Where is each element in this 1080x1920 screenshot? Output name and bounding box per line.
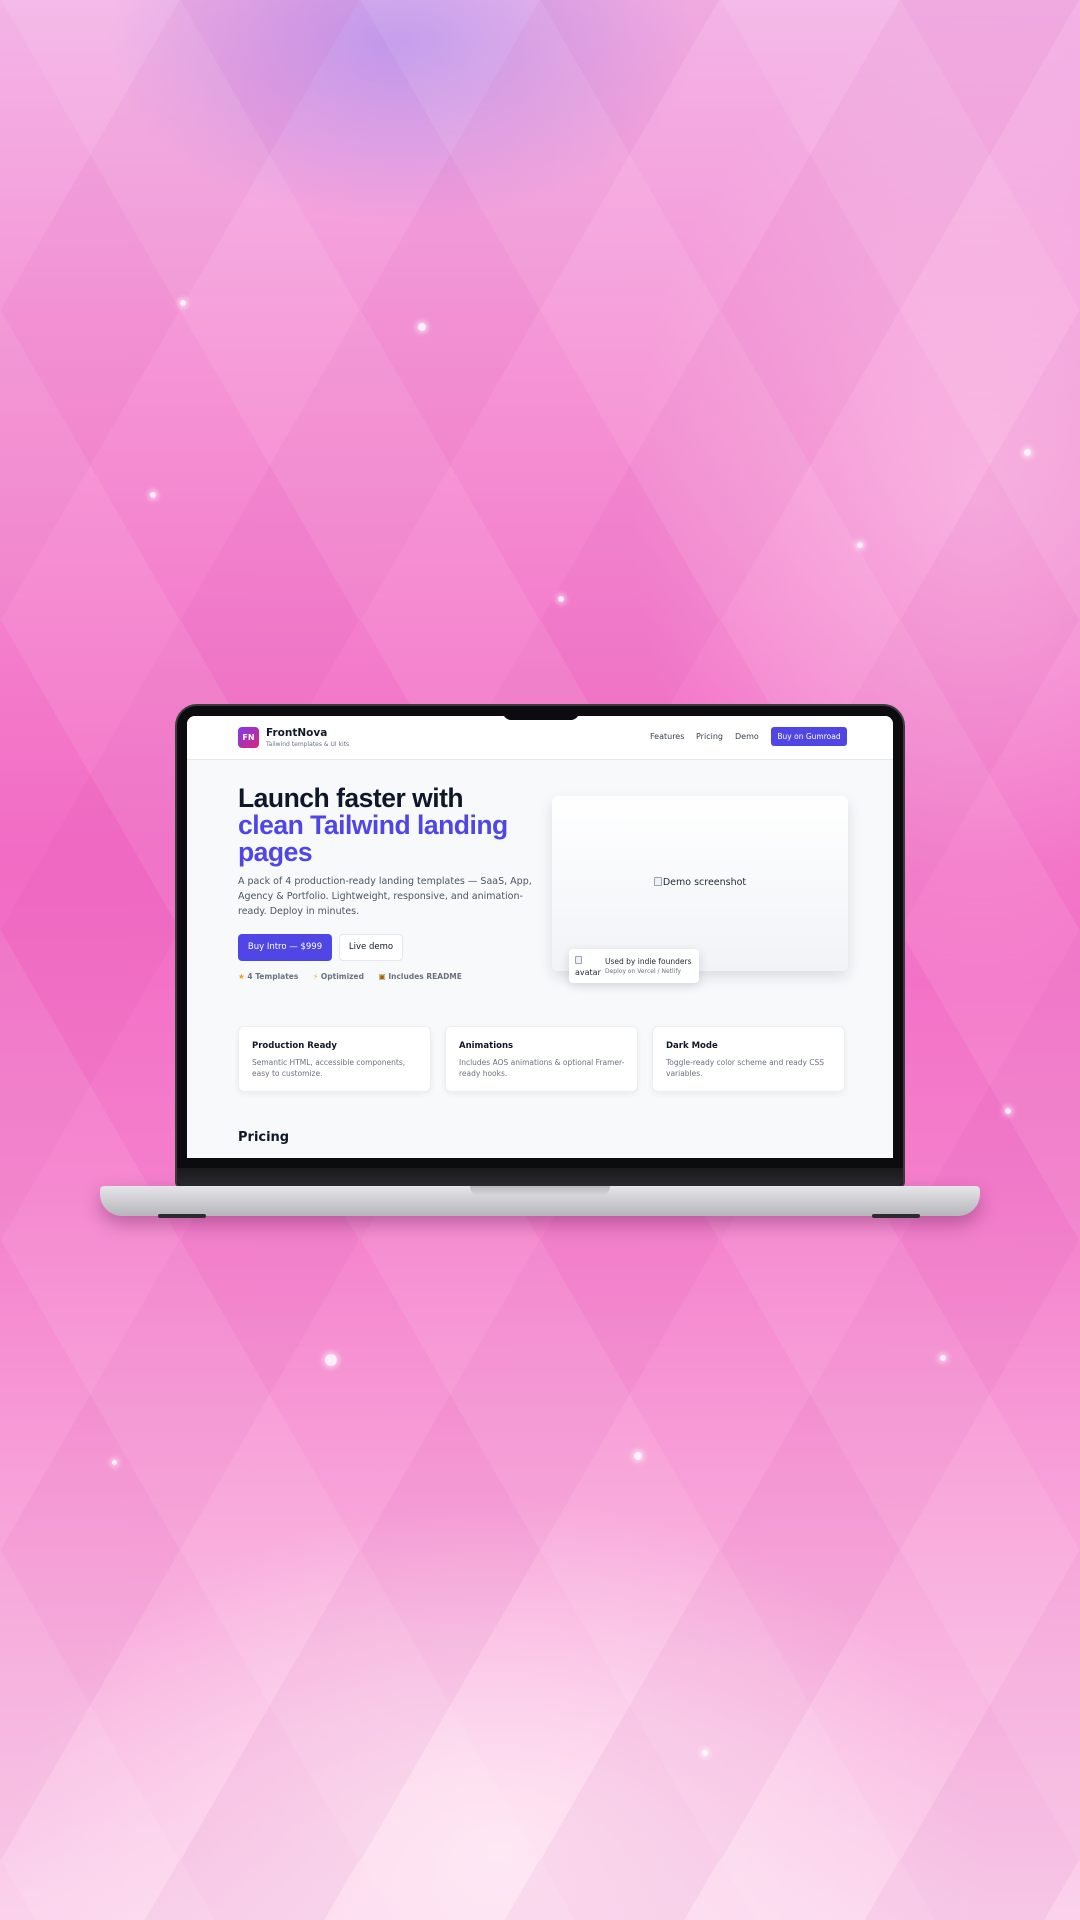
feature-title: Animations bbox=[459, 1041, 514, 1051]
broken-image-icon bbox=[653, 877, 662, 886]
feature-description: Toggle-ready color scheme and ready CSS … bbox=[666, 1058, 825, 1078]
hero-description: A pack of 4 production-ready landing tem… bbox=[238, 876, 532, 917]
laptop-lid: FN FrontNova Tailwind templates & UI kit… bbox=[175, 704, 905, 1188]
demo-screenshot-card[interactable]: Demo screenshot bbox=[552, 796, 848, 971]
sparkle bbox=[112, 1460, 117, 1465]
sparkle bbox=[634, 1452, 642, 1460]
badge-optimized: ⚡ Optimized bbox=[312, 972, 364, 981]
camera-notch bbox=[503, 706, 579, 720]
sparkle bbox=[150, 492, 156, 498]
sparkle bbox=[940, 1355, 946, 1361]
sparkle bbox=[702, 1750, 708, 1756]
logo-icon[interactable]: FN bbox=[238, 727, 259, 748]
hero-title-line: Launch faster with bbox=[238, 783, 464, 813]
feature-card-animations: Animations Includes AOS animations & opt… bbox=[445, 1026, 638, 1092]
feature-description: Semantic HTML, accessible components, ea… bbox=[252, 1058, 406, 1078]
laptop-foot bbox=[872, 1214, 920, 1218]
broken-image-icon bbox=[575, 956, 582, 964]
brand-tagline: Tailwind templates & UI kits bbox=[266, 741, 350, 748]
laptop-opening-groove bbox=[470, 1186, 610, 1196]
brand-name[interactable]: FrontNova bbox=[266, 727, 327, 739]
social-proof-subtitle: Deploy on Vercel / Netlify bbox=[605, 968, 681, 975]
badge-readme: ▣ Includes README bbox=[378, 972, 462, 981]
social-proof-title: Used by indie founders bbox=[605, 957, 692, 966]
feature-card-dark-mode: Dark Mode Toggle-ready color scheme and … bbox=[652, 1026, 845, 1092]
star-icon: ★ bbox=[238, 972, 245, 981]
hero-title-accent: clean Tailwind landing pages bbox=[238, 810, 508, 867]
sparkle bbox=[1005, 1108, 1011, 1114]
laptop-foot bbox=[158, 1214, 206, 1218]
laptop-base bbox=[100, 1186, 980, 1218]
sparkle bbox=[857, 542, 863, 548]
avatar: avatar bbox=[575, 956, 603, 978]
live-demo-button[interactable]: Live demo bbox=[339, 934, 403, 961]
feature-title: Production Ready bbox=[252, 1041, 337, 1051]
sparkle bbox=[180, 300, 186, 306]
nav-link-features[interactable]: Features bbox=[650, 732, 684, 741]
sparkle bbox=[1024, 449, 1031, 456]
package-icon: ▣ bbox=[378, 972, 386, 981]
hero-badges: ★ 4 Templates ⚡ Optimized ▣ Includes REA… bbox=[238, 972, 474, 981]
laptop-hinge bbox=[177, 1168, 903, 1186]
sparkle bbox=[558, 596, 564, 602]
buy-on-gumroad-button[interactable]: Buy on Gumroad bbox=[771, 727, 847, 746]
navbar: FN FrontNova Tailwind templates & UI kit… bbox=[187, 716, 893, 760]
pricing-section-title: Pricing bbox=[238, 1130, 290, 1145]
feature-title: Dark Mode bbox=[666, 1041, 718, 1051]
social-proof-card: avatar Used by indie founders Deploy on … bbox=[569, 949, 699, 983]
demo-screenshot-image: Demo screenshot bbox=[552, 877, 848, 888]
nav-link-demo[interactable]: Demo bbox=[735, 732, 759, 741]
laptop-screen: FN FrontNova Tailwind templates & UI kit… bbox=[187, 716, 893, 1158]
sparkle bbox=[418, 323, 426, 331]
badge-templates: ★ 4 Templates bbox=[238, 972, 299, 981]
sparkle bbox=[325, 1354, 337, 1366]
lightning-icon: ⚡ bbox=[312, 972, 319, 981]
feature-description: Includes AOS animations & optional Frame… bbox=[459, 1058, 625, 1078]
hero-title: Launch faster with clean Tailwind landin… bbox=[238, 785, 558, 866]
buy-intro-button[interactable]: Buy Intro — $999 bbox=[238, 934, 332, 961]
feature-card-production-ready: Production Ready Semantic HTML, accessib… bbox=[238, 1026, 431, 1092]
nav-link-pricing[interactable]: Pricing bbox=[696, 732, 723, 741]
